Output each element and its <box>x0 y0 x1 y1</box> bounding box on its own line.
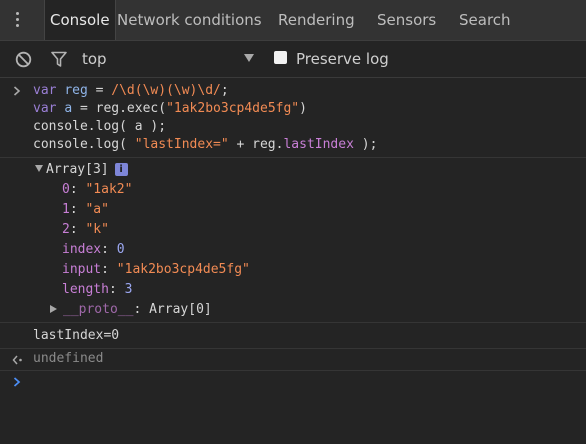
input-prompt-icon <box>13 86 21 96</box>
array-label: Array[3] <box>46 162 109 177</box>
object-name: reg <box>252 137 276 152</box>
punctuation: ) <box>299 101 307 116</box>
array-index-prop: index: 0 <box>62 241 125 259</box>
item-value: "1ak2" <box>85 182 133 197</box>
item-value: "k" <box>85 222 109 237</box>
string-literal: "1ak2bo3cp4de5fg" <box>166 101 300 116</box>
code-line-3: console.log( a ); <box>33 119 167 134</box>
keyword: var <box>33 101 57 116</box>
array-item: 2: "k" <box>62 221 109 239</box>
tab-sensors[interactable]: Sensors <box>377 0 436 40</box>
console-input[interactable] <box>33 373 573 393</box>
tab-console[interactable]: Console <box>44 0 116 40</box>
array-input-prop: input: "1ak2bo3cp4de5fg" <box>62 261 250 279</box>
variable-name: reg <box>64 83 88 98</box>
colon: : <box>108 282 125 297</box>
prop-value: "1ak2bo3cp4de5fg" <box>116 262 250 277</box>
item-value: "a" <box>85 202 109 217</box>
divider <box>0 322 586 323</box>
item-key: 1 <box>62 202 70 217</box>
operator: = <box>87 83 112 98</box>
array-item: 0: "1ak2" <box>62 181 132 199</box>
colon: : <box>69 202 86 217</box>
expand-triangle-icon[interactable] <box>35 165 43 172</box>
code-line-4: console.log( "lastIndex=" + reg.lastInde… <box>33 136 377 154</box>
colon: : <box>133 302 150 317</box>
item-key: 2 <box>62 222 70 237</box>
divider <box>0 370 586 371</box>
divider <box>0 348 586 349</box>
kebab-menu-icon[interactable] <box>16 12 20 28</box>
method-call: .exec( <box>119 101 167 116</box>
clear-console-icon[interactable] <box>15 51 32 68</box>
code-line-2: var a = reg.exec("1ak2bo3cp4de5fg") <box>33 100 307 118</box>
console-messages: var reg = /\d(\w)(\w)\d/; var a = reg.ex… <box>0 78 586 444</box>
array-item: 1: "a" <box>62 201 109 219</box>
punctuation: ); <box>353 137 378 152</box>
dropdown-arrow-icon[interactable] <box>244 54 254 62</box>
operator: + <box>228 137 253 152</box>
code-line-1: var reg = /\d(\w)(\w)\d/; <box>33 82 229 100</box>
variable-name: a <box>64 101 73 116</box>
colon: : <box>69 182 86 197</box>
log-output-line: lastIndex=0 <box>33 328 120 343</box>
array-proto-prop[interactable]: __proto__: Array[0] <box>50 301 212 319</box>
preserve-log-label[interactable]: Preserve log <box>296 50 389 68</box>
execution-context-select[interactable]: top <box>82 50 107 68</box>
item-key: 0 <box>62 182 70 197</box>
prop-key: index <box>62 242 102 257</box>
colon: : <box>101 242 117 257</box>
property-name: lastIndex <box>283 137 354 152</box>
prop-value: 3 <box>124 282 133 297</box>
tab-network-conditions[interactable]: Network conditions <box>117 0 262 40</box>
colon: : <box>101 262 117 277</box>
colon: : <box>69 222 86 237</box>
prop-key: length <box>62 282 109 297</box>
array-length-prop: length: 3 <box>62 281 132 299</box>
active-prompt-icon <box>13 377 21 387</box>
keyword: var <box>33 83 57 98</box>
return-value: undefined <box>33 351 104 366</box>
object-name: reg <box>95 101 120 116</box>
tab-rendering[interactable]: Rendering <box>278 0 355 40</box>
operator: = <box>72 101 96 116</box>
array-header[interactable]: Array[3] i <box>35 161 128 179</box>
divider <box>0 157 586 158</box>
prop-key: __proto__ <box>63 302 134 317</box>
tab-search[interactable]: Search <box>459 0 511 40</box>
prop-value: 0 <box>116 242 125 257</box>
devtools-drawer-tabbar: Console Network conditions Rendering Sen… <box>0 0 586 41</box>
punctuation: ; <box>220 83 229 98</box>
collapsed-triangle-icon[interactable] <box>50 305 57 313</box>
info-icon[interactable]: i <box>114 163 128 176</box>
string-literal: "lastIndex=" <box>134 137 229 152</box>
prop-value: Array[0] <box>149 302 212 317</box>
preserve-log-checkbox[interactable] <box>274 51 287 64</box>
prop-key: input <box>62 262 102 277</box>
result-arrow-icon <box>12 355 22 365</box>
code-text: console.log( <box>33 137 135 152</box>
console-toolbar: top Preserve log <box>0 41 586 78</box>
regex-literal: /\d(\w)(\w)\d/ <box>111 83 221 98</box>
filter-icon[interactable] <box>51 51 67 68</box>
